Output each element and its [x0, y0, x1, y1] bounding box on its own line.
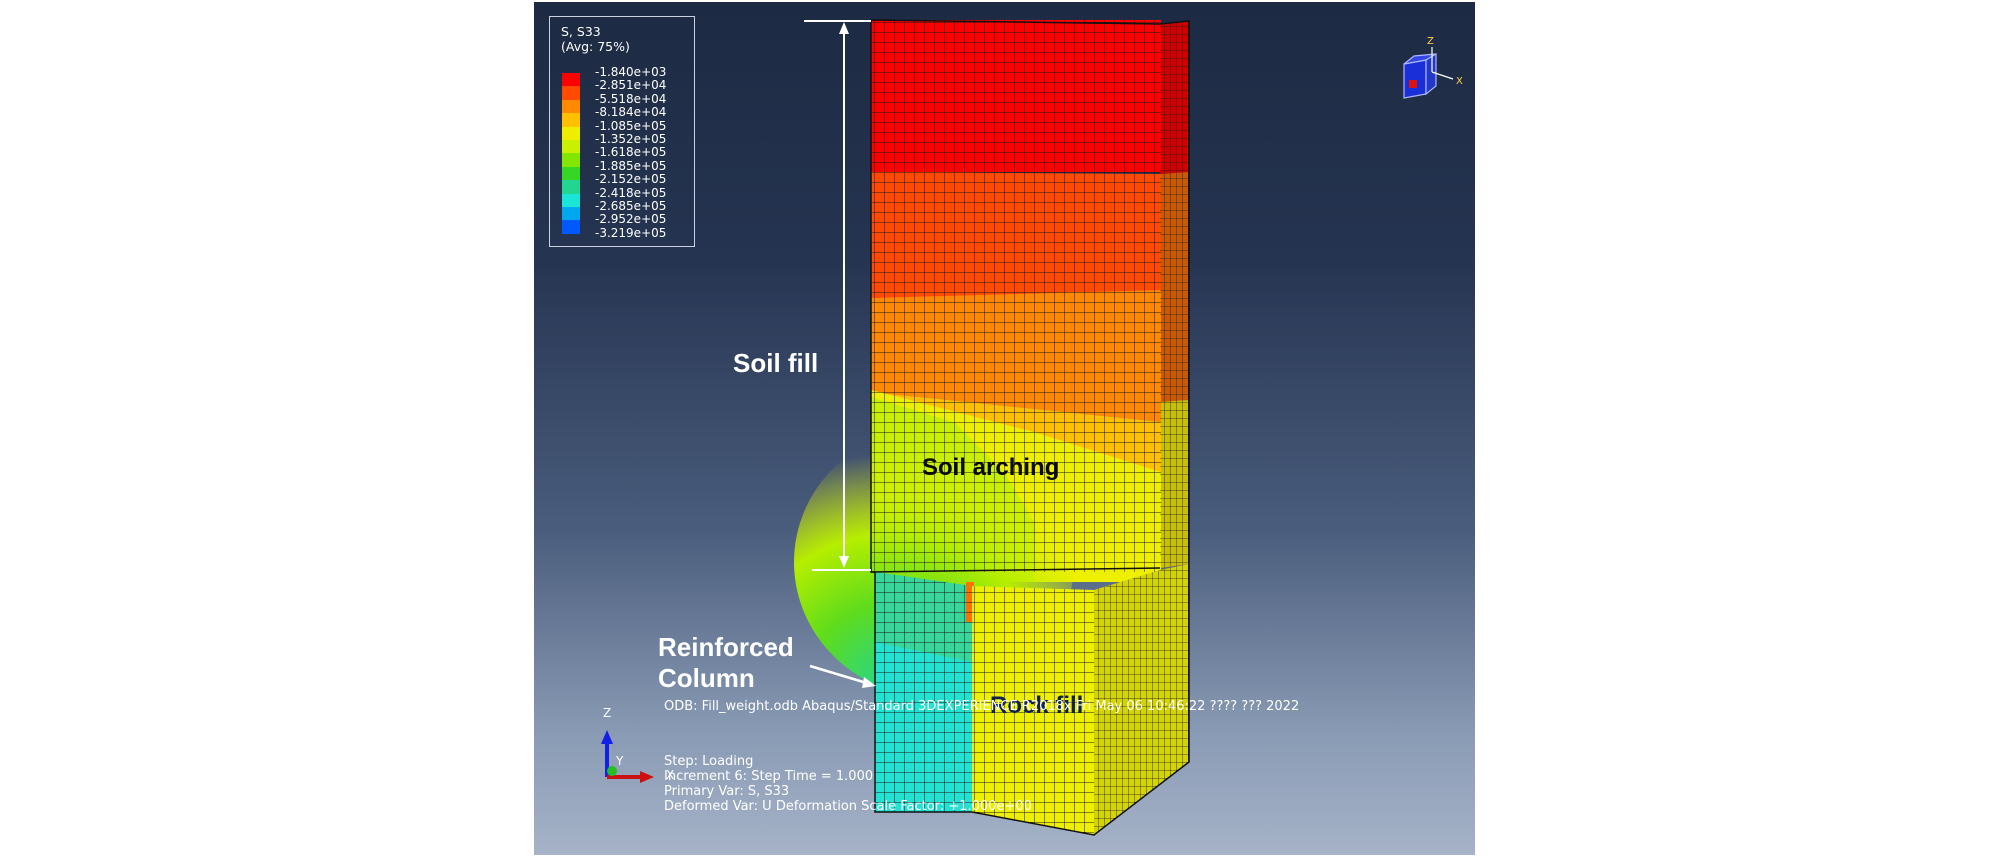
soil-mesh [871, 20, 1161, 572]
legend-variable: S, S33 [561, 24, 601, 39]
global-triad [601, 730, 654, 783]
legend-value: -1.840e+03 [595, 65, 667, 79]
legend-swatch [562, 153, 580, 167]
legend-swatch [562, 73, 580, 87]
legend-value: -2.152e+05 [595, 172, 667, 187]
dim-arrow-head-top [839, 22, 849, 34]
legend-swatches [562, 73, 580, 234]
legend-swatch [562, 193, 580, 207]
primary-var-text: Primary Var: S, S33 [664, 784, 790, 799]
legend-value: -1.352e+05 [595, 131, 667, 146]
legend-value: -2.685e+05 [595, 198, 667, 213]
legend-swatch [562, 113, 580, 127]
legend-value: -1.618e+05 [595, 145, 667, 160]
contour-legend[interactable]: S, S33 (Avg: 75%) -1.840e+03 -2.851e+04 -5… [549, 16, 695, 247]
legend-swatch [562, 180, 580, 194]
reinforced-label-line1: Reinforced [658, 632, 794, 662]
deformed-var-text: Deformed Var: U Deformation Scale Factor… [664, 799, 1032, 814]
legend-swatch [562, 220, 580, 234]
legend-value: -3.219e+05 [595, 225, 667, 240]
legend-values: -1.840e+03 -2.851e+04 -5.518e+04 -8.184e+04… [595, 65, 667, 240]
legend-swatch [562, 166, 580, 181]
legend-swatch [562, 206, 580, 221]
legend-value: -2.851e+04 [595, 78, 667, 93]
viewcube-z-label: Z [1427, 36, 1434, 47]
abaqus-viewport[interactable]: S, S33 (Avg: 75%) -1.840e+03 -2.851e+04 -5… [534, 2, 1475, 855]
reinforced-label-line2: Column [658, 663, 755, 693]
soil-fill-label: Soil fill [733, 348, 819, 378]
triad-z-label: Z [603, 706, 612, 720]
triad-y-label: Y [616, 754, 624, 768]
increment-text: Increment 6: Step Time = 1.000 [664, 769, 874, 784]
legend-value: -1.885e+05 [595, 158, 667, 173]
legend-swatch [562, 126, 580, 140]
legend-swatch [562, 139, 580, 154]
legend-swatch [562, 99, 580, 114]
viewcube-x-label: X [1456, 76, 1463, 87]
legend-averaging: (Avg: 75%) [561, 39, 630, 54]
legend-title: S, S33 (Avg: 75%) [561, 24, 630, 54]
legend-value: -8.184e+04 [595, 105, 667, 120]
legend-value: -5.518e+04 [595, 91, 667, 106]
triad-x-label: X [666, 768, 675, 782]
legend-swatch [562, 86, 580, 100]
soil-arching-label: Soil arching [922, 454, 1060, 481]
legend-value: -2.418e+05 [595, 185, 667, 200]
step-info-block: Step: Loading Increment 6: Step Time = 1… [664, 754, 1032, 814]
reinforced-column-label: Reinforced Column [658, 632, 794, 694]
right-face-mesh [1160, 21, 1189, 568]
legend-value: -2.952e+05 [595, 212, 667, 227]
view-cube[interactable] [1403, 47, 1454, 99]
legend-value: -1.085e+05 [595, 118, 667, 133]
odb-info-text: ODB: Fill_weight.odb Abaqus/Standard 3DE… [664, 699, 1300, 714]
step-text: Step: Loading [664, 754, 754, 769]
